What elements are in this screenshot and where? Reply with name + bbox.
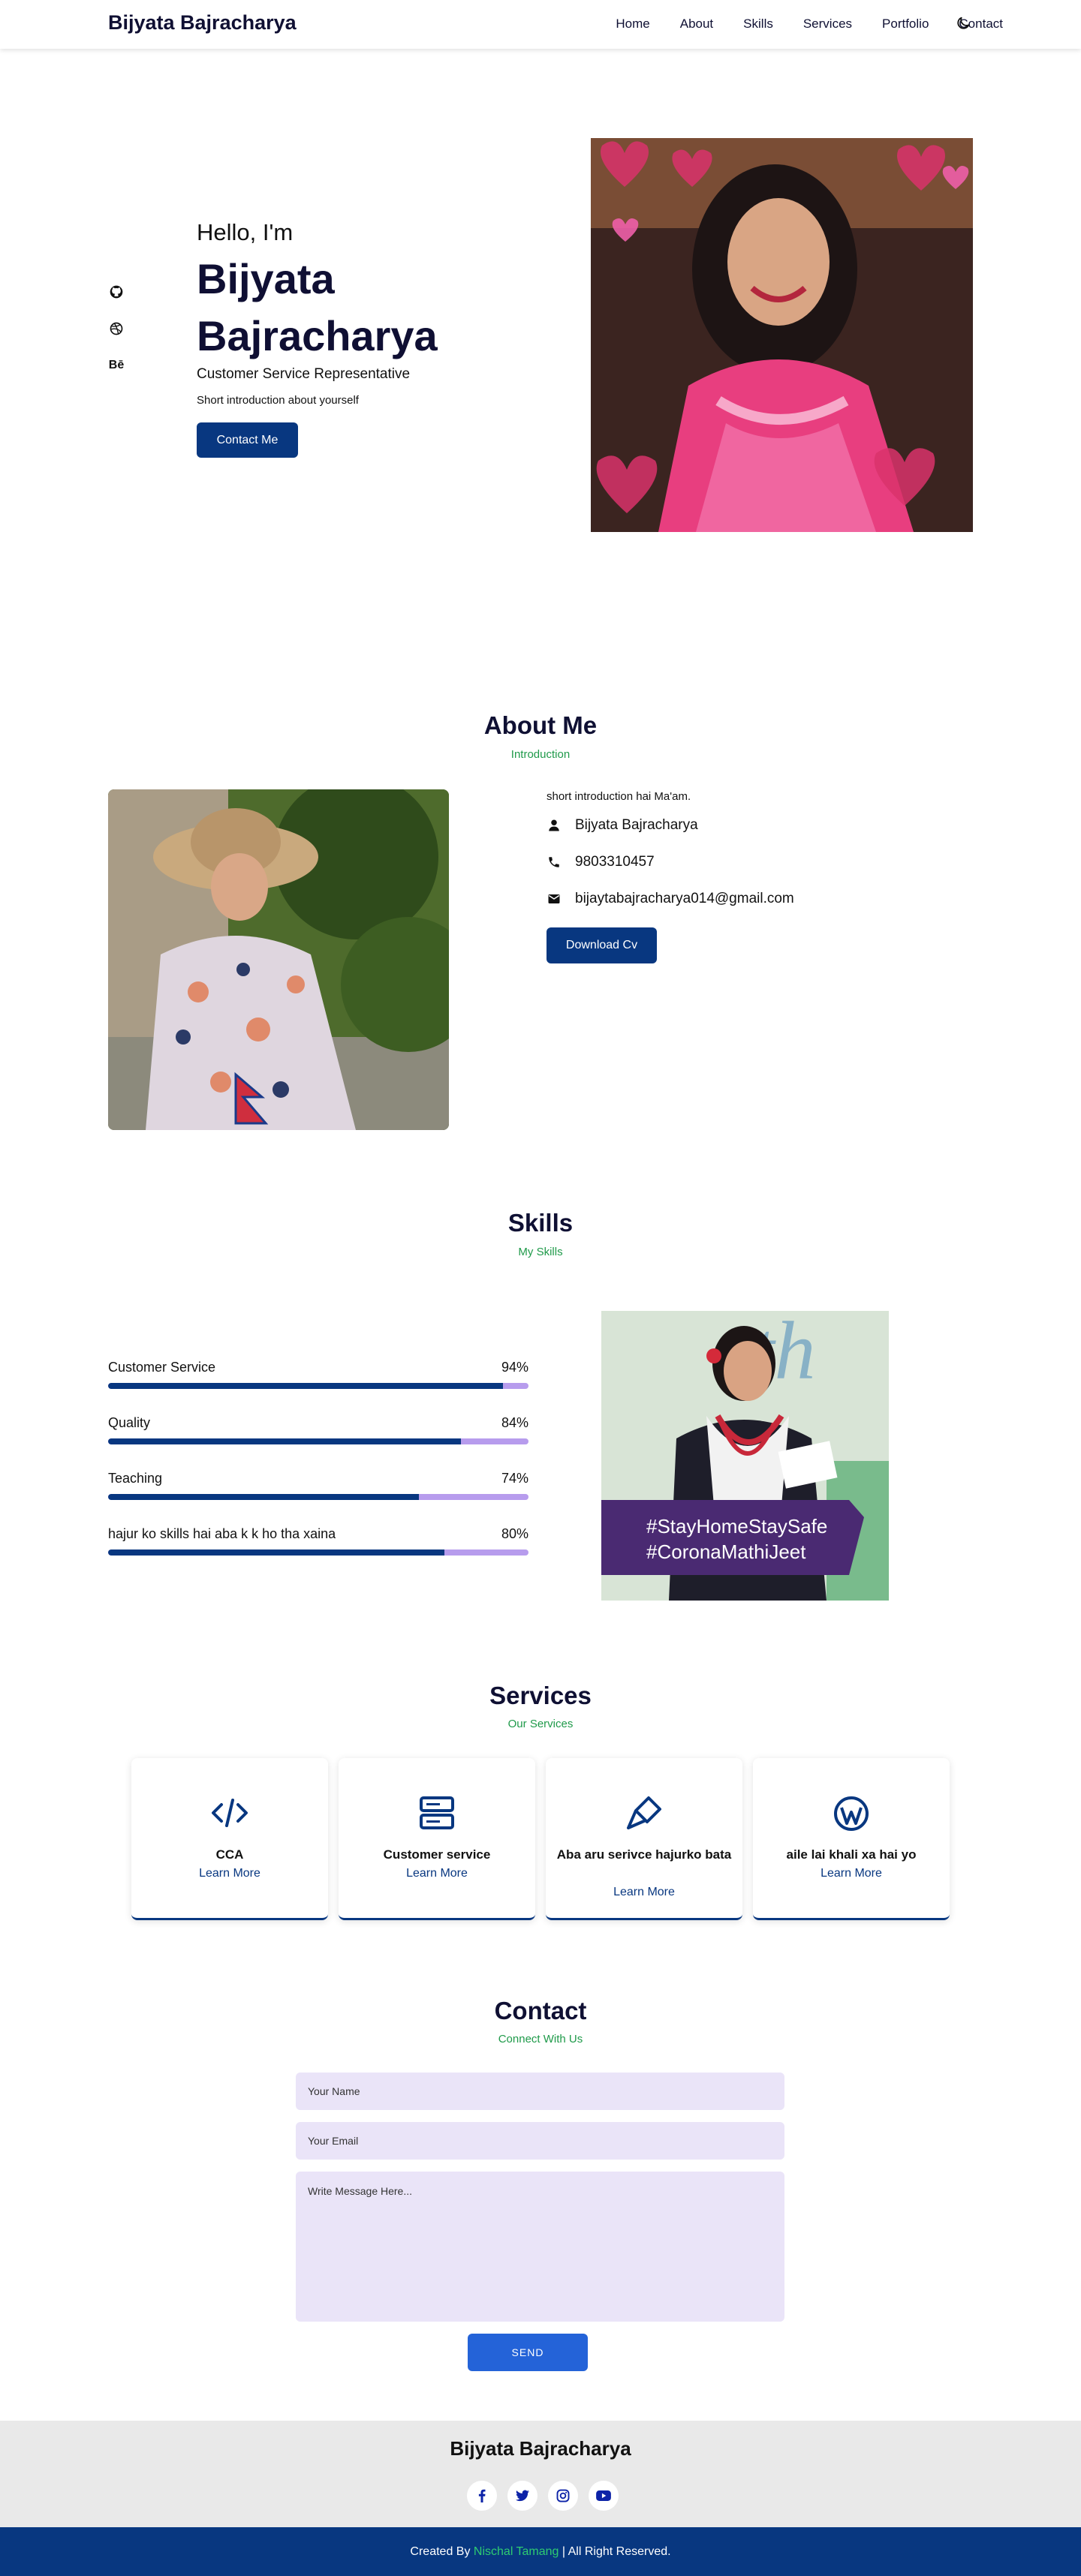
learn-more-link[interactable]: Learn More (339, 1867, 535, 1880)
skill-percent: 94% (501, 1360, 528, 1375)
credit-suffix: | All Right Reserved. (559, 2545, 671, 2558)
about-profile-image (108, 789, 449, 1130)
skill-name: Customer Service (108, 1360, 216, 1375)
paint-brush-icon (546, 1796, 742, 1830)
behance-text: Bē (108, 359, 125, 371)
hero-greeting: Hello, I'm (197, 219, 294, 245)
skill-progress-fill (108, 1550, 444, 1556)
about-phone: 9803310457 (575, 854, 655, 870)
brand-logo[interactable]: Bijyata Bajracharya (108, 11, 297, 35)
mail-icon (547, 891, 562, 906)
services-subtitle: Our Services (507, 1718, 574, 1730)
download-cv-button[interactable]: Download Cv (547, 927, 657, 963)
footer: Bijyata Bajracharya (0, 2421, 1081, 2527)
instagram-icon[interactable] (548, 2481, 578, 2511)
server-icon (339, 1796, 535, 1830)
about-email-row: bijaytabajracharya014@gmail.com (547, 891, 794, 907)
skill-progress-bar (108, 1494, 528, 1500)
skill-name: Teaching (108, 1471, 163, 1486)
about-subtitle: Introduction (510, 748, 571, 761)
phone-icon (547, 855, 562, 870)
hero-name: Bijyata Bajracharya (197, 255, 438, 359)
learn-more-link[interactable]: Learn More (131, 1867, 328, 1880)
name-field[interactable]: Your Name (296, 2073, 784, 2110)
credit-author-link[interactable]: Nischal Tamang (474, 2545, 559, 2558)
message-field[interactable]: Write Message Here... (296, 2172, 784, 2322)
nav-services[interactable]: Services (803, 17, 852, 32)
github-icon[interactable] (108, 284, 125, 300)
hero-intro: Short introduction about yourself (197, 394, 359, 407)
skill-progress-bar (108, 1383, 528, 1389)
contact-title: Contact (494, 1997, 587, 2024)
skill-percent: 74% (501, 1471, 528, 1486)
nav-about[interactable]: About (680, 17, 713, 32)
service-card: Customer service Learn More (339, 1758, 535, 1920)
about-email: bijaytabajracharya014@gmail.com (575, 891, 794, 906)
banner-line-2: #CoronaMathiJeet (646, 1540, 806, 1563)
service-title: Aba aru serivce hajurko bata (556, 1847, 732, 1862)
user-icon (547, 818, 562, 833)
hero-profile-image (591, 138, 973, 532)
send-button[interactable]: SEND (468, 2334, 588, 2371)
skill-item: hajur ko skills hai aba k k ho tha xaina… (108, 1526, 528, 1556)
theme-toggle-moon-icon[interactable] (955, 15, 971, 32)
skill-item: Quality 84% (108, 1415, 528, 1444)
skill-progress-bar (108, 1550, 528, 1556)
skill-name: hajur ko skills hai aba k k ho tha xaina (108, 1526, 336, 1541)
service-card: Aba aru serivce hajurko bata Learn More (546, 1758, 742, 1920)
skill-progress-fill (108, 1494, 420, 1500)
about-name-row: Bijyata Bajracharya (547, 817, 698, 834)
behance-icon[interactable]: Bē (108, 357, 125, 374)
facebook-icon[interactable] (467, 2481, 497, 2511)
wordpress-icon (753, 1796, 950, 1831)
main-nav: Home About Skills Services Portfolio Con… (586, 17, 1003, 32)
service-title: Customer service (383, 1847, 491, 1862)
contact-me-button[interactable]: Contact Me (197, 422, 298, 458)
skill-progress-bar (108, 1438, 528, 1444)
copyright-bar: Created By Nischal Tamang | All Right Re… (0, 2527, 1081, 2576)
service-title: CCA (215, 1847, 244, 1862)
footer-social-links (467, 2481, 619, 2511)
code-icon (131, 1796, 328, 1830)
skills-title: Skills (507, 1209, 574, 1237)
site-header: Bijyata Bajracharya Home About Skills Se… (0, 0, 1081, 49)
nav-skills[interactable]: Skills (743, 17, 773, 32)
skill-progress-fill (108, 1383, 504, 1389)
skill-progress-fill (108, 1438, 462, 1444)
about-phone-row: 9803310457 (547, 854, 655, 870)
hero-role: Customer Service Representative (197, 366, 411, 382)
service-title: aile lai khali xa hai yo (786, 1847, 917, 1862)
twitter-icon[interactable] (507, 2481, 537, 2511)
learn-more-link[interactable]: Learn More (546, 1886, 742, 1899)
service-card: aile lai khali xa hai yo Learn More (753, 1758, 950, 1920)
nav-portfolio[interactable]: Portfolio (882, 17, 929, 32)
skill-percent: 80% (501, 1526, 528, 1541)
skills-image: th #StayHomeStaySafe #CoronaMathiJeet (601, 1311, 889, 1601)
message-placeholder: Write Message Here... (308, 2185, 413, 2197)
skill-item: Customer Service 94% (108, 1360, 528, 1389)
contact-subtitle: Connect With Us (498, 2033, 583, 2045)
credit-prefix: Created By (410, 2545, 474, 2558)
footer-name: Bijyata Bajracharya (450, 2437, 631, 2460)
dribbble-icon[interactable] (108, 320, 125, 337)
services-title: Services (489, 1682, 592, 1709)
about-name: Bijyata Bajracharya (575, 817, 698, 833)
banner-line-1: #StayHomeStaySafe (646, 1515, 827, 1537)
learn-more-link[interactable]: Learn More (753, 1867, 950, 1880)
about-title: About Me (483, 711, 598, 739)
service-card: CCA Learn More (131, 1758, 328, 1920)
skill-item: Teaching 74% (108, 1471, 528, 1500)
skill-name: Quality (108, 1415, 151, 1430)
hero-social-links: Bē (108, 284, 125, 394)
skills-subtitle: My Skills (518, 1246, 563, 1258)
youtube-icon[interactable] (589, 2481, 619, 2511)
email-field[interactable]: Your Email (296, 2122, 784, 2160)
email-placeholder: Your Email (308, 2135, 359, 2147)
nav-home[interactable]: Home (616, 17, 649, 32)
about-intro: short introduction hai Ma'am. (547, 790, 691, 803)
skill-percent: 84% (501, 1415, 528, 1430)
name-placeholder: Your Name (308, 2085, 360, 2097)
